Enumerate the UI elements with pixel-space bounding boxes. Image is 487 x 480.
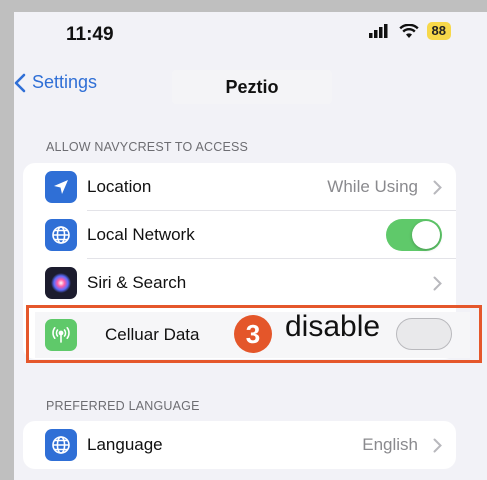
local-network-row: Local Network bbox=[23, 211, 456, 259]
chevron-left-icon bbox=[14, 73, 26, 92]
callout-instruction-text: disable bbox=[285, 310, 381, 343]
step-number-badge: 3 bbox=[234, 315, 272, 353]
location-label: Location bbox=[87, 177, 152, 196]
battery-indicator: 88 bbox=[426, 22, 451, 40]
status-time: 11:49 bbox=[66, 24, 114, 45]
chevron-right-icon bbox=[433, 438, 442, 452]
chevron-right-icon bbox=[433, 276, 442, 290]
back-button[interactable]: Settings bbox=[14, 72, 97, 93]
globe-icon bbox=[45, 429, 77, 461]
siri-search-row[interactable]: Siri & Search bbox=[23, 259, 456, 307]
wifi-icon bbox=[398, 23, 419, 38]
chevron-right-icon bbox=[433, 180, 442, 194]
local-network-toggle[interactable] bbox=[386, 219, 442, 251]
back-button-label: Settings bbox=[32, 72, 98, 92]
toggle-knob bbox=[412, 221, 440, 249]
language-label: Language bbox=[87, 435, 163, 454]
location-value: While Using bbox=[327, 177, 418, 196]
local-network-label: Local Network bbox=[87, 225, 195, 244]
cellular-signal-icon bbox=[368, 24, 388, 38]
location-row[interactable]: Location While Using bbox=[23, 163, 456, 211]
siri-search-label: Siri & Search bbox=[87, 273, 187, 292]
page-title: Peztio bbox=[172, 70, 332, 104]
language-value: English bbox=[362, 435, 418, 454]
language-row[interactable]: Language English bbox=[23, 421, 456, 469]
siri-icon bbox=[45, 267, 77, 299]
globe-icon bbox=[45, 219, 77, 251]
language-group: Language English bbox=[23, 421, 456, 469]
status-icons: 88 bbox=[368, 22, 451, 40]
section-header-access: ALLOW NAVYCREST TO ACCESS bbox=[46, 140, 249, 154]
location-arrow-icon bbox=[45, 171, 77, 203]
section-header-language: PREFERRED LANGUAGE bbox=[46, 399, 200, 413]
